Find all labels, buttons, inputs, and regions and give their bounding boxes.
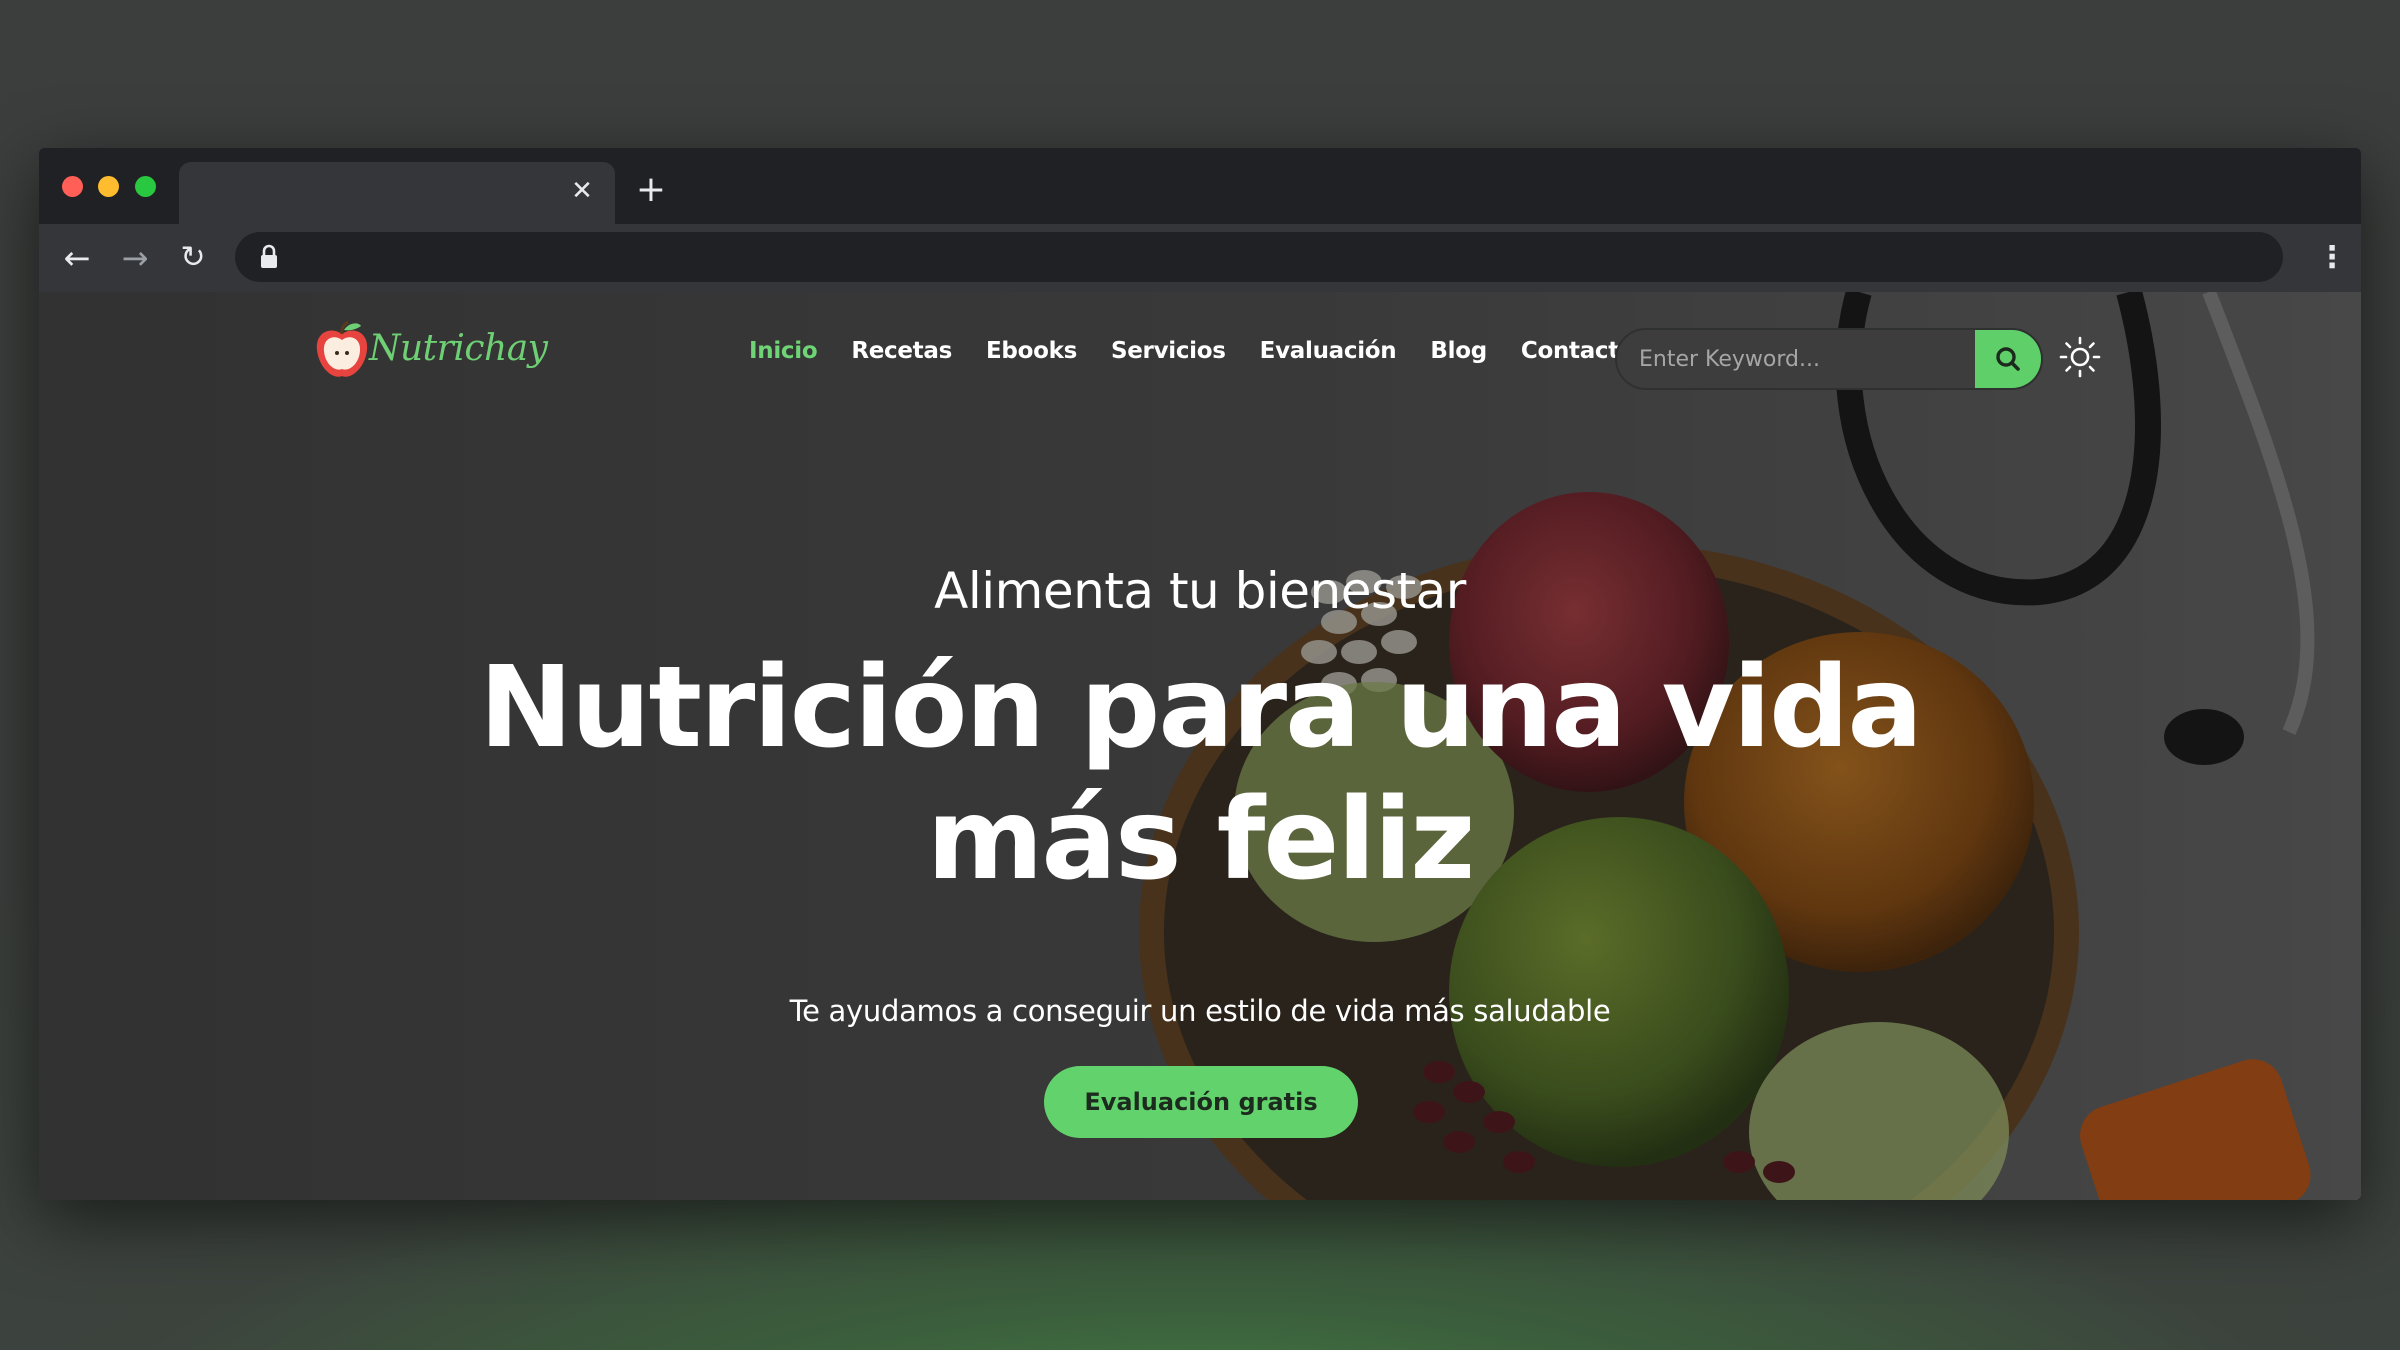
hero-description: Te ayudamos a conseguir un estilo de vid… <box>789 994 1611 1028</box>
hero-title: Nutrición para una vida más feliz <box>479 643 1923 905</box>
nav-item-ebooks[interactable]: Ebooks <box>986 338 1077 364</box>
search-button[interactable] <box>1975 330 2041 388</box>
hero-subtitle: Alimenta tu bienestar <box>934 562 1466 620</box>
reload-icon[interactable]: ↻ <box>173 238 213 278</box>
nav-item-inicio[interactable]: Inicio <box>749 338 818 364</box>
address-bar[interactable] <box>235 232 2283 282</box>
web-page: Nutrichay Inicio Recetas Ebooks Servicio… <box>39 292 2361 1200</box>
new-tab-icon[interactable]: + <box>631 170 671 210</box>
minimize-window-button[interactable] <box>98 176 119 197</box>
sun-icon[interactable] <box>2059 336 2101 378</box>
kebab-menu-icon[interactable]: ⋮ <box>2317 236 2347 280</box>
maximize-window-button[interactable] <box>135 176 156 197</box>
logo-text: Nutrichay <box>369 328 548 369</box>
tab-strip: ✕ + <box>39 148 2361 224</box>
browser-toolbar: ← → ↻ ⋮ <box>39 224 2361 292</box>
search-input[interactable] <box>1617 330 1977 388</box>
browser-tab[interactable]: ✕ <box>179 162 615 224</box>
free-evaluation-button[interactable]: Evaluación gratis <box>1044 1066 1358 1138</box>
apple-logo-icon <box>316 320 368 377</box>
nav-item-blog[interactable]: Blog <box>1430 338 1487 364</box>
nav-item-evaluacion[interactable]: Evaluación <box>1260 338 1397 364</box>
search-box <box>1615 328 2043 390</box>
forward-arrow-icon[interactable]: → <box>115 238 155 278</box>
nav-item-recetas[interactable]: Recetas <box>851 338 952 364</box>
main-nav: Inicio Recetas Ebooks Servicios Evaluaci… <box>749 338 1635 364</box>
back-arrow-icon[interactable]: ← <box>57 238 97 278</box>
site-logo[interactable]: Nutrichay <box>313 314 548 394</box>
close-window-button[interactable] <box>62 176 83 197</box>
search-icon <box>1996 347 2020 371</box>
browser-window: ✕ + ← → ↻ ⋮ Nutrichay Inicio Recetas Ebo… <box>39 148 2361 1200</box>
tab-close-icon[interactable]: ✕ <box>567 176 597 206</box>
lock-icon <box>261 244 277 268</box>
nav-item-servicios[interactable]: Servicios <box>1111 338 1226 364</box>
